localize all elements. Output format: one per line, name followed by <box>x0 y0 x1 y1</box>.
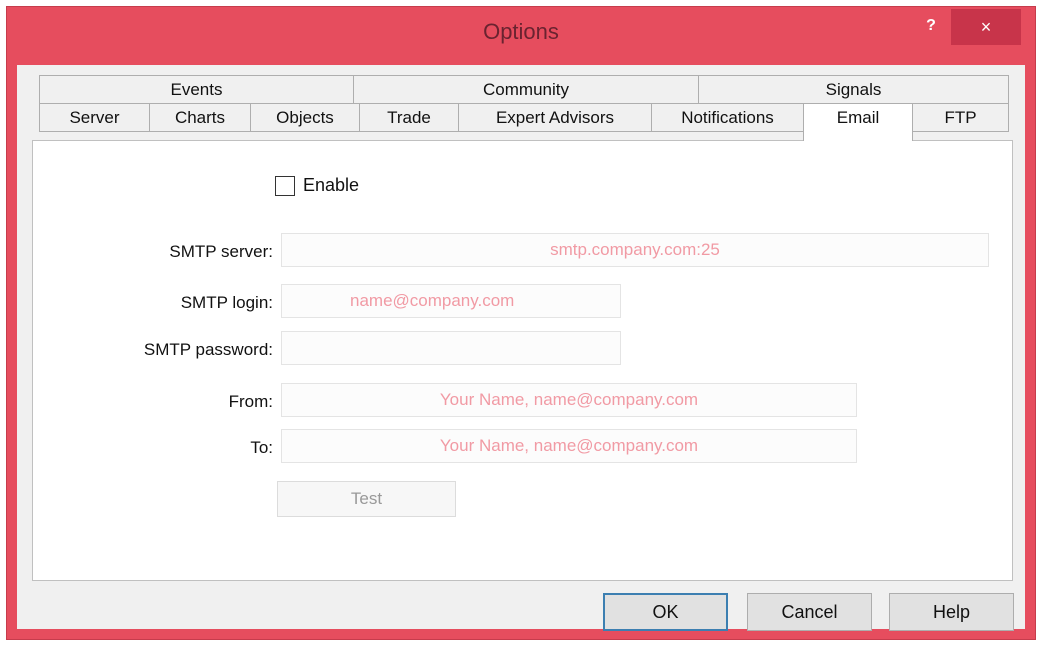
from-label: From: <box>228 392 273 411</box>
smtp-server-label: SMTP server: <box>169 242 273 261</box>
test-button[interactable]: Test <box>277 481 456 517</box>
enable-checkbox[interactable] <box>275 176 295 196</box>
tab-charts[interactable]: Charts <box>149 103 251 132</box>
smtp-server-input[interactable]: smtp.company.com:25 <box>281 233 989 267</box>
window-title: Options <box>483 19 559 44</box>
smtp-login-input[interactable]: name@company.com <box>281 284 621 318</box>
dialog-client-area: Events Community Signals Server Charts O… <box>17 65 1025 631</box>
tab-trade[interactable]: Trade <box>359 103 459 132</box>
tab-signals[interactable]: Signals <box>698 75 1009 104</box>
close-icon[interactable]: × <box>951 9 1021 45</box>
smtp-password-label: SMTP password: <box>143 340 273 359</box>
to-label: To: <box>250 438 273 457</box>
smtp-login-label: SMTP login: <box>180 293 273 312</box>
help-button[interactable]: Help <box>889 593 1014 631</box>
to-input[interactable]: Your Name, name@company.com <box>281 429 857 463</box>
title-bar[interactable]: Options ? × <box>7 7 1035 63</box>
tab-email[interactable]: Email <box>803 103 913 141</box>
tab-events[interactable]: Events <box>39 75 354 104</box>
tab-ftp[interactable]: FTP <box>912 103 1009 132</box>
ok-button[interactable]: OK <box>603 593 728 631</box>
tab-expert-advisors[interactable]: Expert Advisors <box>458 103 652 132</box>
tab-objects[interactable]: Objects <box>250 103 360 132</box>
help-icon[interactable]: ? <box>919 13 943 39</box>
from-input[interactable]: Your Name, name@company.com <box>281 383 857 417</box>
tab-community[interactable]: Community <box>353 75 699 104</box>
tab-notifications[interactable]: Notifications <box>651 103 804 132</box>
enable-label[interactable]: Enable <box>303 175 359 196</box>
tab-server[interactable]: Server <box>39 103 150 132</box>
options-window: Options ? × Events Community Signals Ser… <box>6 6 1036 640</box>
cancel-button[interactable]: Cancel <box>747 593 872 631</box>
smtp-password-input[interactable] <box>281 331 621 365</box>
